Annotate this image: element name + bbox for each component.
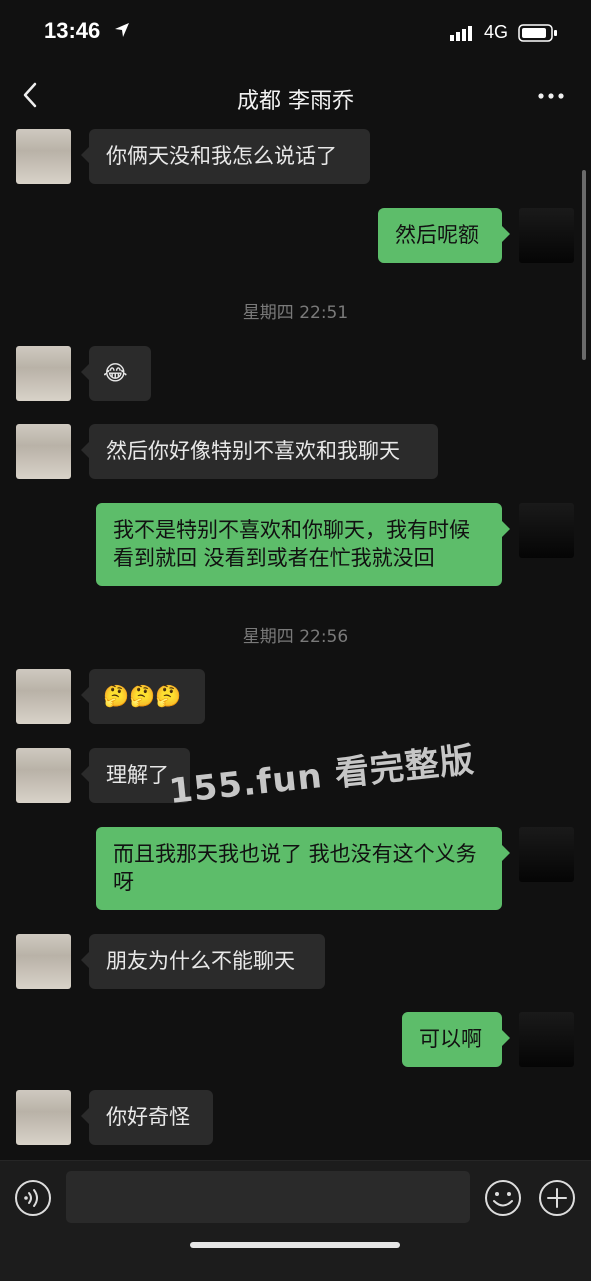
contact-avatar[interactable] <box>16 129 71 184</box>
message-bubble-received[interactable]: 😂 <box>81 346 151 401</box>
timestamp: 星期四 22:51 <box>242 303 349 323</box>
message-input[interactable] <box>66 1171 470 1223</box>
input-bar <box>0 1160 591 1281</box>
message-bubble-received[interactable]: 朋友为什么不能聊天 <box>81 934 325 989</box>
timestamp: 星期四 22:56 <box>242 627 349 647</box>
watermark: 155.fun 看完整版 <box>167 740 477 812</box>
network-type: 4G <box>484 22 509 42</box>
message-bubble-received[interactable]: 你好奇怪 <box>81 1090 213 1145</box>
my-avatar[interactable] <box>519 827 574 882</box>
message-bubble-sent[interactable]: 我不是特别不喜欢和你聊天，我有时候看到就回 没看到或者在忙我就没回 <box>96 503 510 586</box>
message-bubble-sent[interactable]: 然后呢额 <box>378 208 510 263</box>
contact-avatar[interactable] <box>16 424 71 479</box>
status-bar: 13:46 4G <box>0 0 591 66</box>
emoji-icon[interactable] <box>484 1179 522 1217</box>
contact-avatar[interactable] <box>16 669 71 724</box>
chat-title: 成都 李雨乔 <box>237 89 354 114</box>
contact-avatar[interactable] <box>16 346 71 401</box>
more-options-icon[interactable] <box>536 86 566 106</box>
nav-bar: 成都 李雨乔 <box>0 66 591 126</box>
message-bubble-received[interactable]: 🤔🤔🤔 <box>81 669 205 724</box>
contact-avatar[interactable] <box>16 1090 71 1145</box>
message-bubble-sent[interactable]: 可以啊 <box>402 1012 510 1067</box>
scrollbar[interactable] <box>582 170 586 360</box>
voice-input-icon[interactable] <box>14 1179 52 1217</box>
signal-icon <box>450 26 472 41</box>
my-avatar[interactable] <box>519 1012 574 1067</box>
my-avatar[interactable] <box>519 208 574 263</box>
contact-avatar[interactable] <box>16 934 71 989</box>
battery-icon <box>518 24 557 42</box>
my-avatar[interactable] <box>519 503 574 558</box>
home-indicator[interactable] <box>190 1242 400 1248</box>
contact-avatar[interactable] <box>16 748 71 803</box>
message-bubble-received[interactable]: 你俩天没和我怎么说话了 <box>81 129 370 184</box>
plus-icon[interactable] <box>538 1179 576 1217</box>
message-bubble-received[interactable]: 然后你好像特别不喜欢和我聊天 <box>81 424 438 479</box>
location-arrow-icon <box>115 23 129 37</box>
status-time: 13:46 <box>44 18 101 43</box>
message-bubble-sent[interactable]: 而且我那天我也说了 我也没有这个义务呀 <box>96 827 510 910</box>
